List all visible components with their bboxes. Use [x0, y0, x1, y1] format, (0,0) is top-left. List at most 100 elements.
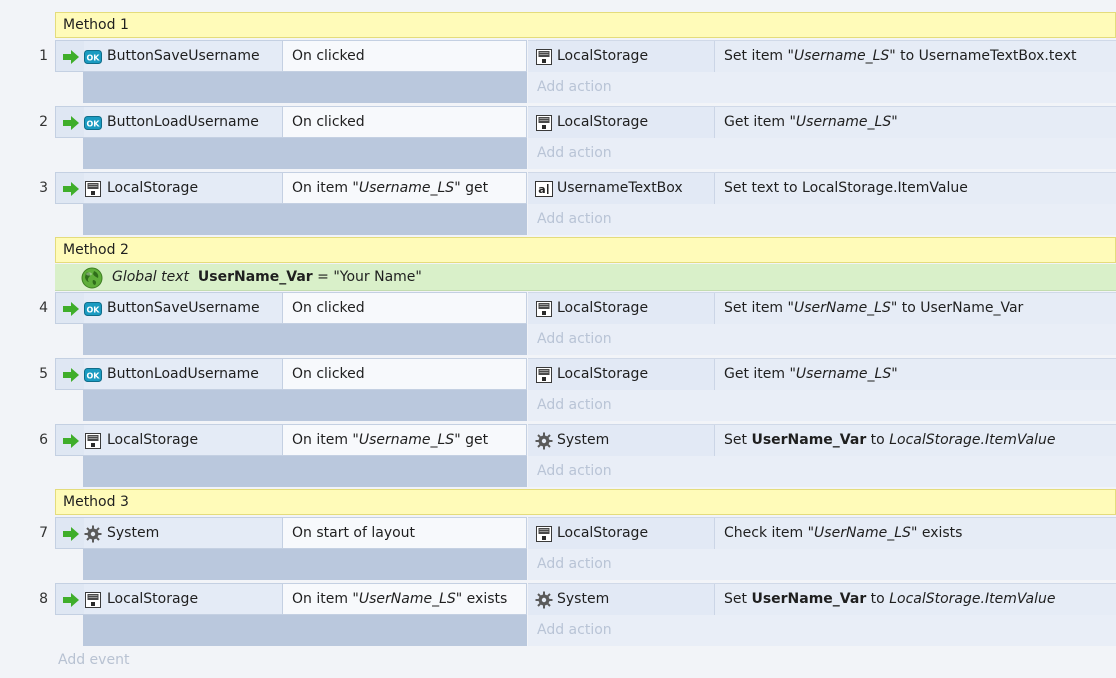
- condition-object[interactable]: OK ButtonSaveUsername: [84, 293, 282, 323]
- condition-trigger[interactable]: On item "Username_LS" get: [282, 425, 526, 455]
- add-action-link[interactable]: Add action: [528, 390, 1116, 421]
- event-number: 7: [39, 525, 48, 541]
- action-post: ": [891, 366, 898, 382]
- condition-object-name: ButtonSaveUsername: [107, 300, 260, 316]
- condition-object[interactable]: LocalStorage: [84, 584, 282, 614]
- action-object-name: LocalStorage: [557, 114, 649, 130]
- action-object[interactable]: LocalStorage: [528, 293, 715, 324]
- condition-block[interactable]: OK ButtonLoadUsername On clicked: [55, 358, 527, 390]
- condition-object-name: System: [107, 525, 160, 541]
- condition-object[interactable]: System: [84, 518, 282, 548]
- condition-object[interactable]: LocalStorage: [84, 425, 282, 455]
- action-key: UserName_LS: [793, 300, 891, 316]
- condition-trigger[interactable]: On item "UserName_LS" exists: [282, 584, 526, 614]
- condition-block[interactable]: OK ButtonSaveUsername On clicked: [55, 40, 527, 72]
- condition-trigger[interactable]: On item "Username_LS" get: [282, 173, 526, 203]
- condition-block[interactable]: OK ButtonLoadUsername On clicked: [55, 106, 527, 138]
- action-row[interactable]: LocalStorage Check item "UserName_LS" exi…: [528, 517, 1116, 549]
- action-pre: Check item ": [724, 525, 815, 541]
- action-description[interactable]: Set text to LocalStorage.ItemValue: [724, 173, 968, 204]
- add-event-link[interactable]: Add event: [58, 652, 129, 668]
- action-object-name: LocalStorage: [557, 366, 649, 382]
- action-row[interactable]: System Set UserName_Var to LocalStorage.I…: [528, 583, 1116, 615]
- event-row: 4 OK ButtonSaveUsername On clicked LocalStor…: [0, 292, 1116, 356]
- condition-trigger[interactable]: On start of layout: [282, 518, 526, 548]
- action-object[interactable]: LocalStorage: [528, 41, 715, 72]
- action-description[interactable]: Set UserName_Var to LocalStorage.ItemVal…: [724, 425, 1055, 456]
- action-object-name: UsernameTextBox: [557, 180, 683, 196]
- add-action-link[interactable]: Add action: [528, 72, 1116, 103]
- action-object-name: LocalStorage: [557, 48, 649, 64]
- action-row[interactable]: LocalStorage Set item "Username_LS" to Us…: [528, 40, 1116, 72]
- action-value: LocalStorage.ItemValue: [889, 591, 1056, 607]
- group-title: Method 3: [63, 494, 129, 510]
- action-object[interactable]: System: [528, 584, 715, 615]
- sub-event-area[interactable]: [83, 456, 527, 487]
- event-number: 3: [39, 180, 48, 196]
- condition-trigger[interactable]: On clicked: [282, 41, 526, 71]
- action-description[interactable]: Set item "Username_LS" to UsernameTextBo…: [724, 41, 1076, 72]
- trigger-text: On start of layout: [292, 525, 416, 541]
- action-object-name: System: [557, 432, 610, 448]
- sub-event-area[interactable]: [83, 390, 527, 421]
- event-row: 2 OK ButtonLoadUsername On clicked LocalStor…: [0, 106, 1116, 170]
- add-action-link[interactable]: Add action: [528, 138, 1116, 169]
- condition-block[interactable]: LocalStorage On item "Username_LS" get: [55, 172, 527, 204]
- sub-event-area[interactable]: [83, 204, 527, 235]
- action-description[interactable]: Set UserName_Var to LocalStorage.ItemVal…: [724, 584, 1055, 615]
- action-row[interactable]: System Set UserName_Var to LocalStorage.I…: [528, 424, 1116, 456]
- global-var-name: UserName_Var: [197, 269, 313, 285]
- global-variable-row[interactable]: Global text UserName_Var = "Your Name": [55, 264, 1116, 291]
- condition-object[interactable]: OK ButtonSaveUsername: [84, 41, 282, 71]
- sub-event-area[interactable]: [83, 324, 527, 355]
- sub-event-area[interactable]: [83, 72, 527, 103]
- action-object[interactable]: LocalStorage: [528, 359, 715, 390]
- condition-trigger[interactable]: On clicked: [282, 359, 526, 389]
- group-header-method-3[interactable]: Method 3: [55, 489, 1116, 515]
- action-row[interactable]: LocalStorage Get item "Username_LS": [528, 106, 1116, 138]
- action-set: Set: [724, 432, 752, 448]
- sub-event-area[interactable]: [83, 138, 527, 169]
- event-row: 1 OK ButtonSaveUsername On clicked LocalStor…: [0, 40, 1116, 104]
- event-number: 5: [39, 366, 48, 382]
- event-number: 1: [39, 48, 48, 64]
- add-action-link[interactable]: Add action: [528, 549, 1116, 580]
- action-object-name: System: [557, 591, 610, 607]
- action-pre: Set item ": [724, 48, 794, 64]
- condition-object[interactable]: OK ButtonLoadUsername: [84, 359, 282, 389]
- add-action-link[interactable]: Add action: [528, 615, 1116, 646]
- condition-block[interactable]: LocalStorage On item "Username_LS" get: [55, 424, 527, 456]
- add-action-link[interactable]: Add action: [528, 456, 1116, 487]
- action-description[interactable]: Get item "Username_LS": [724, 359, 898, 390]
- condition-trigger[interactable]: On clicked: [282, 293, 526, 323]
- add-action-link[interactable]: Add action: [528, 324, 1116, 355]
- condition-object[interactable]: OK ButtonLoadUsername: [84, 107, 282, 137]
- action-object-name: LocalStorage: [557, 525, 649, 541]
- action-description[interactable]: Get item "Username_LS": [724, 107, 898, 138]
- action-object[interactable]: System: [528, 425, 715, 456]
- event-row: 7 System On start of layout LocalStorage Che…: [0, 517, 1116, 581]
- action-object[interactable]: LocalStorage: [528, 107, 715, 138]
- event-arrow-icon: [63, 302, 79, 320]
- trigger-key: Username_LS: [358, 432, 455, 448]
- action-row[interactable]: LocalStorage Set item "UserName_LS" to Us…: [528, 292, 1116, 324]
- condition-block[interactable]: System On start of layout: [55, 517, 527, 549]
- action-description[interactable]: Check item "UserName_LS" exists: [724, 518, 962, 549]
- svg-text:OK: OK: [87, 54, 101, 63]
- sub-event-area[interactable]: [83, 549, 527, 580]
- action-row[interactable]: LocalStorage Get item "Username_LS": [528, 358, 1116, 390]
- sub-event-area[interactable]: [83, 615, 527, 646]
- condition-trigger[interactable]: On clicked: [282, 107, 526, 137]
- group-header-method-2[interactable]: Method 2: [55, 237, 1116, 263]
- action-description[interactable]: Set item "UserName_LS" to UserName_Var: [724, 293, 1023, 324]
- action-object[interactable]: a UsernameTextBox: [528, 173, 715, 204]
- condition-object[interactable]: LocalStorage: [84, 173, 282, 203]
- action-pre: Set item ": [724, 300, 794, 316]
- action-object[interactable]: LocalStorage: [528, 518, 715, 549]
- condition-block[interactable]: OK ButtonSaveUsername On clicked: [55, 292, 527, 324]
- add-action-link[interactable]: Add action: [528, 204, 1116, 235]
- action-post: " to UserName_Var: [890, 300, 1024, 316]
- action-row[interactable]: a UsernameTextBox Set text to LocalStorage…: [528, 172, 1116, 204]
- condition-block[interactable]: LocalStorage On item "UserName_LS" exists: [55, 583, 527, 615]
- group-header-method-1[interactable]: Method 1: [55, 12, 1116, 38]
